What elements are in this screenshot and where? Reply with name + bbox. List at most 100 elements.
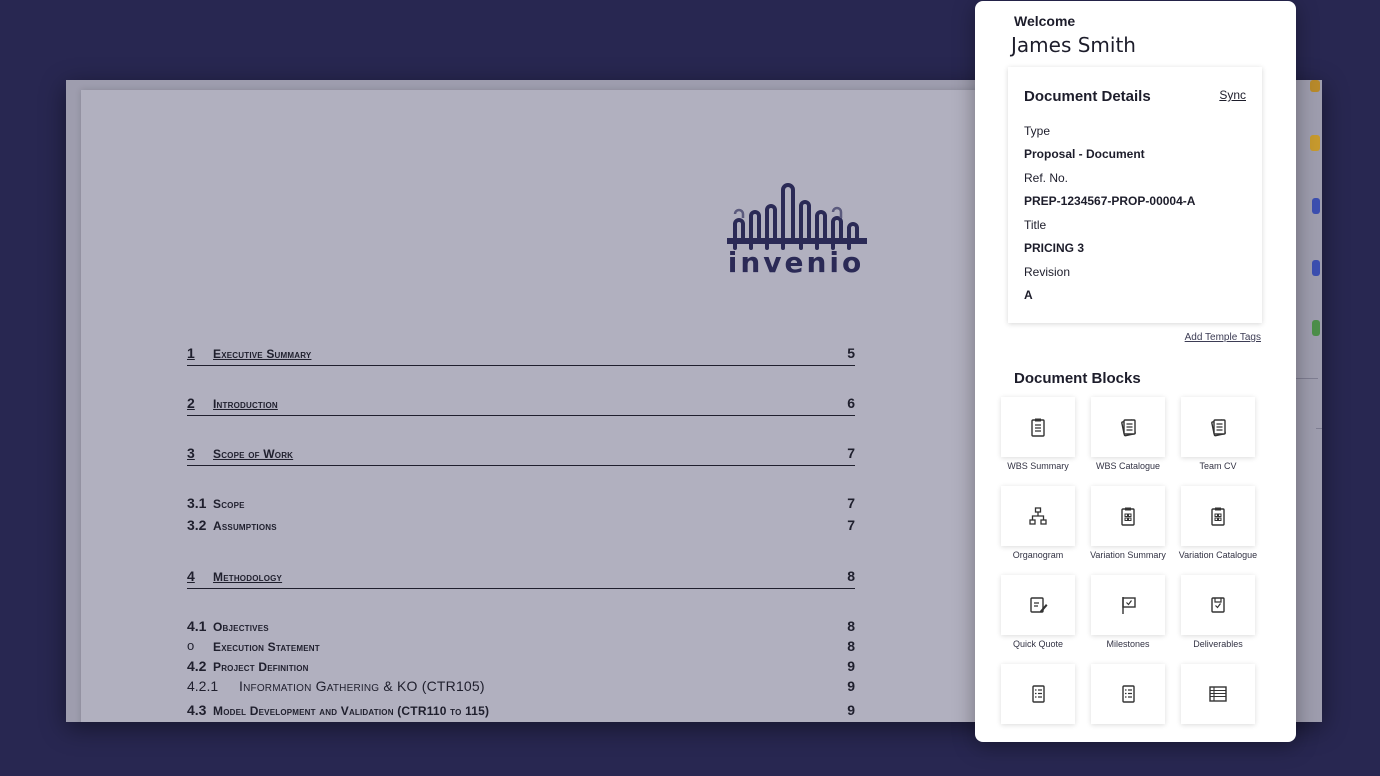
toc-page-number: 5 — [847, 345, 855, 361]
toc-title: Scope of Work — [213, 447, 294, 461]
clipboard-grid-icon — [1211, 507, 1225, 526]
side-toolbar — [1292, 80, 1322, 722]
title-value: PRICING 3 — [1024, 241, 1085, 255]
toc-entry[interactable]: 4.3 Model Development and Validation (CTR… — [187, 702, 855, 722]
toc-page-number: 8 — [847, 618, 855, 634]
block-label: Variation Catalogue — [1178, 550, 1258, 560]
toc-page-number: 9 — [847, 702, 855, 718]
ref-label: Ref. No. — [1024, 171, 1069, 185]
toc-number: 4.2 — [187, 658, 207, 674]
block-card[interactable] — [1181, 664, 1255, 724]
toolbar-marker[interactable] — [1310, 135, 1320, 151]
block-label: Team CV — [1199, 461, 1237, 471]
toolbar-marker[interactable] — [1312, 320, 1320, 336]
toc-title: Introduction — [213, 397, 278, 411]
toc-number: 4 — [187, 568, 195, 584]
block-card[interactable] — [1001, 575, 1075, 635]
type-label: Type — [1024, 124, 1051, 138]
toc-number: 3 — [187, 445, 195, 461]
document-block[interactable]: Milestones — [1077, 575, 1167, 655]
toc-entry[interactable]: o Execution Statement 8 — [187, 638, 855, 658]
document-page: invenio 1 Executive Summary 5 2 Introduction… — [81, 90, 1081, 722]
toolbar-marker[interactable] — [1312, 260, 1320, 276]
quote-edit-icon — [1030, 597, 1048, 613]
toc-title: Scope — [213, 497, 245, 511]
org-chart-icon — [1029, 507, 1047, 525]
document-block[interactable]: Deliverables — [1167, 575, 1257, 655]
block-card[interactable] — [1091, 664, 1165, 724]
blocks-title: Document Blocks — [1014, 370, 1141, 387]
document-details-card: Document Details Sync Type Proposal - Do… — [1008, 67, 1262, 323]
toc-page-number: 7 — [847, 517, 855, 533]
checklist-icon — [1032, 685, 1045, 703]
package-icon — [1211, 597, 1225, 613]
toc-number: 4.2.1 — [187, 678, 219, 694]
toc-entry[interactable]: 4.1 Objectives 8 — [187, 618, 855, 638]
block-card[interactable] — [1001, 486, 1075, 546]
toc-entry[interactable]: 4.2 Project Definition 9 — [187, 658, 855, 678]
document-block[interactable] — [1077, 664, 1167, 742]
toc-entry[interactable]: 3.1 Scope 7 — [187, 495, 855, 515]
block-label: Organogram — [1012, 550, 1064, 560]
toc-entry[interactable]: 1 Executive Summary 5 — [187, 345, 855, 366]
block-card[interactable] — [1001, 397, 1075, 457]
block-card[interactable] — [1001, 664, 1075, 724]
toc-entry[interactable]: 2 Introduction 6 — [187, 395, 855, 416]
welcome-label: Welcome — [1014, 13, 1076, 29]
revision-value: A — [1024, 288, 1033, 302]
block-card[interactable] — [1181, 486, 1255, 546]
logo-wordmark: invenio — [727, 246, 865, 279]
toc-title: Execution Statement — [213, 640, 320, 654]
toc-number: 3.2 — [187, 517, 207, 533]
document-block[interactable] — [1167, 664, 1257, 742]
toc-page-number: 8 — [847, 568, 855, 584]
toc-entry[interactable]: 3.2 Assumptions 7 — [187, 517, 855, 537]
block-label: WBS Summary — [1007, 461, 1069, 471]
document-block[interactable] — [987, 664, 1077, 742]
toc-page-number: 8 — [847, 638, 855, 654]
checklist-icon — [1122, 685, 1135, 703]
flag-icon — [1122, 597, 1136, 614]
toolbar-marker[interactable] — [1312, 198, 1320, 214]
block-card[interactable] — [1091, 486, 1165, 546]
block-card[interactable] — [1091, 575, 1165, 635]
document-block[interactable]: Variation Catalogue — [1167, 486, 1257, 566]
toc-entry[interactable]: 4 Methodology 8 — [187, 568, 855, 589]
title-label: Title — [1024, 218, 1047, 232]
toc-entry[interactable]: 4.2.1 Information Gathering & KO (CTR105)… — [187, 678, 855, 698]
add-temple-tags-link[interactable]: Add Temple Tags — [1185, 332, 1261, 343]
toc-entry[interactable]: 3 Scope of Work 7 — [187, 445, 855, 466]
clipboard-list-icon — [1031, 418, 1045, 437]
block-card[interactable] — [1181, 397, 1255, 457]
document-block[interactable]: WBS Summary — [987, 397, 1077, 477]
document-block[interactable]: WBS Catalogue — [1077, 397, 1167, 477]
document-block[interactable]: Organogram — [987, 486, 1077, 566]
type-value: Proposal - Document — [1024, 147, 1145, 161]
block-label: Quick Quote — [1012, 639, 1064, 649]
toc-page-number: 9 — [847, 658, 855, 674]
toc-title: Model Development and Validation (CTR110… — [213, 704, 490, 718]
block-label: Deliverables — [1193, 639, 1243, 649]
toc-number: 1 — [187, 345, 195, 361]
block-label: WBS Catalogue — [1095, 461, 1161, 471]
toc-page-number: 7 — [847, 445, 855, 461]
block-card[interactable] — [1181, 575, 1255, 635]
toolbar-divider — [1296, 378, 1318, 379]
toc-number: 2 — [187, 395, 195, 411]
toc-number: 4.3 — [187, 702, 207, 718]
toc-page-number: 7 — [847, 495, 855, 511]
toc-number: o — [187, 638, 195, 653]
toolbar-marker[interactable] — [1310, 80, 1320, 92]
toc-title: Project Definition — [213, 660, 309, 674]
document-stack-icon — [1121, 419, 1136, 437]
document-stack-icon — [1211, 419, 1226, 437]
toc-title: Objectives — [213, 620, 269, 634]
toc-page-number: 6 — [847, 395, 855, 411]
user-name: James Smith — [1011, 33, 1136, 57]
sync-link[interactable]: Sync — [1219, 88, 1246, 102]
document-block[interactable]: Team CV — [1167, 397, 1257, 477]
toc-number: 3.1 — [187, 495, 207, 511]
document-block[interactable]: Quick Quote — [987, 575, 1077, 655]
document-block[interactable]: Variation Summary — [1077, 486, 1167, 566]
block-card[interactable] — [1091, 397, 1165, 457]
